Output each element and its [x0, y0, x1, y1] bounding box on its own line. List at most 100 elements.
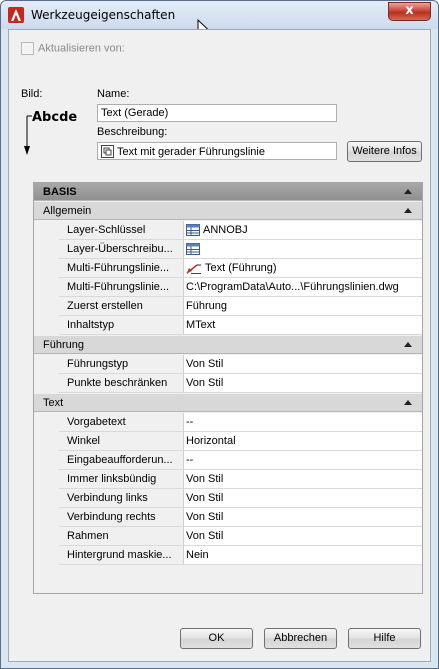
ok-button[interactable]: OK — [180, 628, 253, 649]
property-value[interactable]: Horizontal — [184, 432, 422, 451]
property-name: Führungstyp — [59, 355, 184, 374]
preview-text: Abcde — [32, 110, 78, 125]
row-gutter — [34, 527, 59, 546]
row-gutter — [34, 316, 59, 335]
property-value[interactable]: Führung — [184, 297, 422, 316]
property-row[interactable]: Rahmen Von Stil — [34, 527, 422, 546]
autocad-app-icon — [8, 7, 24, 23]
category-basis[interactable]: BASIS — [34, 183, 422, 201]
property-name: Verbindung links — [59, 489, 184, 508]
layer-table-icon — [186, 243, 200, 255]
property-name: Zuerst erstellen — [59, 297, 184, 316]
property-value[interactable] — [184, 240, 422, 259]
property-name: Vorgabetext — [59, 413, 184, 432]
property-name: Hintergrund maskie... — [59, 546, 184, 565]
property-row[interactable]: Inhaltstyp MText — [34, 316, 422, 335]
more-info-button[interactable]: Weitere Infos — [347, 141, 422, 162]
property-name: Rahmen — [59, 527, 184, 546]
row-gutter — [34, 259, 59, 278]
row-gutter — [34, 278, 59, 297]
row-gutter — [34, 221, 59, 240]
row-gutter — [34, 451, 59, 470]
property-name: Inhaltstyp — [59, 316, 184, 335]
row-gutter — [34, 374, 59, 393]
help-button[interactable]: Hilfe — [348, 628, 421, 649]
property-value-text: Text (Führung) — [205, 262, 277, 274]
property-value[interactable]: ANNOBJ — [184, 221, 422, 240]
property-value[interactable]: Von Stil — [184, 489, 422, 508]
property-value[interactable]: MText — [184, 316, 422, 335]
category-allgemein[interactable]: Allgemein — [34, 202, 422, 220]
property-value[interactable]: Nein — [184, 546, 422, 565]
property-row[interactable]: Layer-Schlüssel ANNOBJ — [34, 221, 422, 240]
property-row[interactable]: Multi-Führungslinie... C:\ProgramData\Au… — [34, 278, 422, 297]
property-name: Winkel — [59, 432, 184, 451]
collapse-arrow-icon[interactable] — [404, 400, 412, 405]
category-basis-label: BASIS — [43, 186, 77, 198]
row-gutter — [34, 489, 59, 508]
property-value[interactable]: -- — [184, 413, 422, 432]
property-value[interactable]: Von Stil — [184, 470, 422, 489]
property-row[interactable]: Punkte beschränken Von Stil — [34, 374, 422, 393]
layer-table-icon — [186, 224, 200, 236]
property-name: Multi-Führungslinie... — [59, 259, 184, 278]
property-row[interactable]: Layer-Überschreibu... — [34, 240, 422, 259]
property-row[interactable]: Zuerst erstellen Führung — [34, 297, 422, 316]
window-title: Werkzeugeigenschaften — [31, 8, 176, 22]
property-name: Punkte beschränken — [59, 374, 184, 393]
update-from-row: Aktualisieren von: — [21, 42, 125, 55]
tool-preview-image: Abcde — [18, 110, 88, 164]
property-value[interactable]: -- — [184, 451, 422, 470]
property-row[interactable]: Eingabeaufforderun... -- — [34, 451, 422, 470]
description-label: Beschreibung: — [97, 126, 168, 138]
property-name: Verbindung rechts — [59, 508, 184, 527]
close-icon: x — [405, 3, 414, 18]
row-gutter — [34, 413, 59, 432]
category-text[interactable]: Text — [34, 394, 422, 412]
tool-properties-dialog: Werkzeugeigenschaften x Aktualisieren vo… — [0, 0, 439, 669]
property-row[interactable]: Multi-Führungslinie... Text (Führung) — [34, 259, 422, 278]
category-label: Text — [43, 397, 64, 409]
property-row[interactable]: Verbindung links Von Stil — [34, 489, 422, 508]
properties-grid: BASIS Allgemein Layer-Schlüssel ANNOBJ L… — [33, 182, 423, 594]
property-name: Layer-Überschreibu... — [59, 240, 184, 259]
property-row[interactable]: Immer linksbündig Von Stil — [34, 470, 422, 489]
collapse-arrow-icon[interactable] — [404, 208, 412, 213]
property-row[interactable]: Vorgabetext -- — [34, 413, 422, 432]
property-name: Immer linksbündig — [59, 470, 184, 489]
property-row[interactable]: Führungstyp Von Stil — [34, 355, 422, 374]
collapse-arrow-icon[interactable] — [404, 189, 412, 194]
close-button[interactable]: x — [388, 2, 431, 21]
mleader-style-icon — [186, 264, 201, 274]
property-name: Eingabeaufforderun... — [59, 451, 184, 470]
property-name: Layer-Schlüssel — [59, 221, 184, 240]
row-gutter — [34, 470, 59, 489]
property-value[interactable]: Von Stil — [184, 527, 422, 546]
property-value[interactable]: Von Stil — [184, 374, 422, 393]
description-icon — [101, 145, 114, 158]
name-input[interactable]: Text (Gerade) — [97, 104, 337, 122]
update-from-checkbox[interactable] — [21, 42, 34, 55]
title-bar[interactable]: Werkzeugeigenschaften x — [1, 1, 438, 39]
collapse-arrow-icon[interactable] — [404, 342, 412, 347]
row-gutter — [34, 355, 59, 374]
property-value[interactable]: C:\ProgramData\Auto...\Führungslinien.dw… — [184, 278, 422, 297]
category-label: Allgemein — [43, 205, 92, 217]
property-row[interactable]: Verbindung rechts Von Stil — [34, 508, 422, 527]
image-label: Bild: — [21, 88, 43, 100]
property-value[interactable]: Von Stil — [184, 355, 422, 374]
property-row[interactable]: Hintergrund maskie... Nein — [34, 546, 422, 565]
row-gutter — [34, 546, 59, 565]
description-value: Text mit gerader Führungslinie — [117, 146, 265, 158]
property-value[interactable]: Text (Führung) — [184, 259, 422, 278]
category-fuehrung[interactable]: Führung — [34, 336, 422, 354]
property-value-text: ANNOBJ — [203, 224, 248, 236]
cancel-button[interactable]: Abbrechen — [264, 628, 337, 649]
property-row[interactable]: Winkel Horizontal — [34, 432, 422, 451]
description-input[interactable]: Text mit gerader Führungslinie — [97, 142, 337, 160]
row-gutter — [34, 297, 59, 316]
row-gutter — [34, 508, 59, 527]
property-value[interactable]: Von Stil — [184, 508, 422, 527]
name-label: Name: — [97, 88, 130, 100]
row-gutter — [34, 240, 59, 259]
